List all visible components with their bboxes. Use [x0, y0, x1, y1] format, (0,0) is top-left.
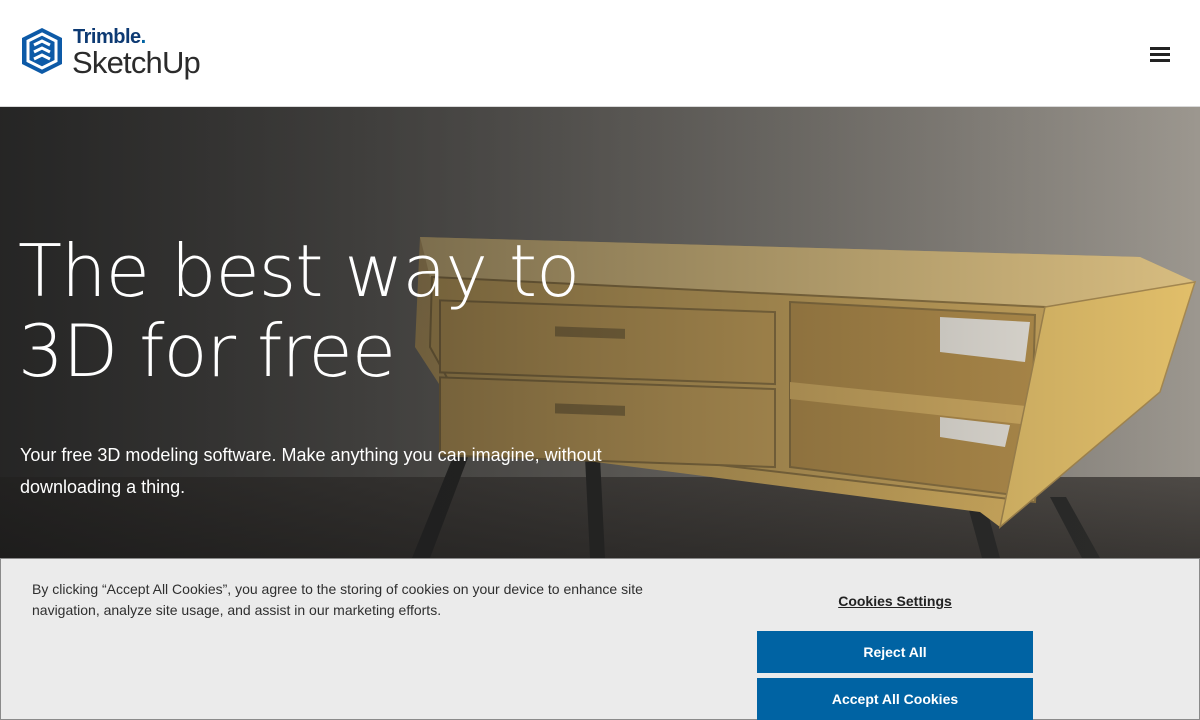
sketchup-logo-icon [22, 28, 62, 74]
hero-title: The best way to 3D for free [18, 231, 658, 391]
hero-title-line-1: The best way to [18, 229, 580, 313]
cookie-consent-banner: By clicking “Accept All Cookies”, you ag… [0, 558, 1200, 720]
trimble-sketchup-logo[interactable]: Trimble. SketchUp [20, 26, 210, 84]
hero-section: The best way to 3D for free Your free 3D… [0, 107, 1200, 558]
hero-title-line-2: 3D for free [18, 309, 396, 393]
cookies-settings-link[interactable]: Cookies Settings [757, 593, 1033, 609]
site-header: Trimble. SketchUp [0, 0, 1200, 107]
accept-all-cookies-button[interactable]: Accept All Cookies [757, 678, 1033, 720]
hero-subtitle: Your free 3D modeling software. Make any… [20, 445, 602, 497]
logo-product-text: SketchUp [72, 45, 201, 80]
hamburger-menu-icon[interactable] [1146, 40, 1174, 68]
reject-all-button[interactable]: Reject All [757, 631, 1033, 673]
cookie-message: By clicking “Accept All Cookies”, you ag… [32, 581, 643, 618]
